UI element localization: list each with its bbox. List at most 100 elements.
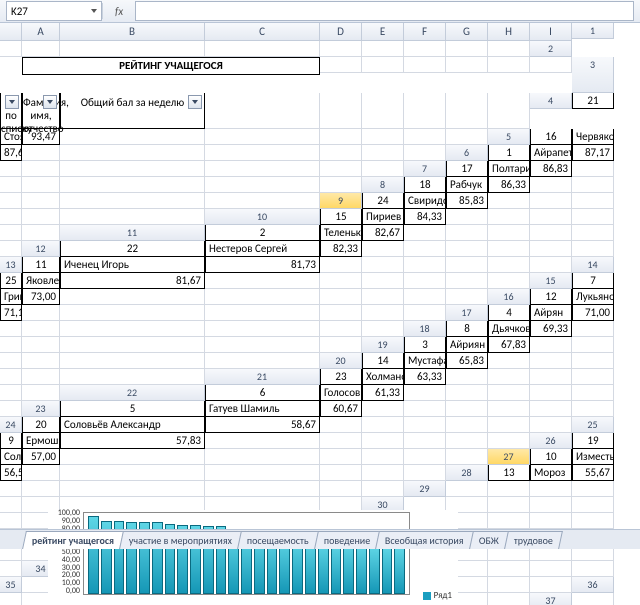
cell[interactable] [0,401,22,417]
cell-score[interactable]: 82,67 [362,225,404,241]
cell[interactable] [488,369,530,385]
cell-score[interactable]: 81,73 [205,257,320,273]
cell[interactable] [446,241,488,257]
cell-score[interactable]: 55,67 [572,465,614,481]
cell[interactable] [60,337,205,353]
cell[interactable] [362,401,404,417]
col-header-score[interactable]: Общий бал за неделю [60,93,205,129]
cell[interactable] [530,353,572,369]
cell[interactable] [0,561,22,577]
cell[interactable] [22,353,60,369]
cell[interactable] [572,161,614,177]
cell-score[interactable]: 60,67 [320,401,362,417]
sheet-tab[interactable]: участие в мероприятиях [119,531,242,549]
cell-score[interactable]: 85,83 [446,193,488,209]
cell[interactable] [0,481,22,497]
cell-score[interactable]: 82,33 [320,241,362,257]
cell-number[interactable]: 13 [488,465,530,481]
row-header[interactable]: 3 [572,57,614,93]
cell-score[interactable]: 87,17 [572,145,614,161]
sheet-tab[interactable]: ОБЖ [469,531,509,549]
cell[interactable] [22,305,60,321]
cell[interactable] [488,93,530,129]
cell[interactable] [572,401,614,417]
cell[interactable] [530,513,572,529]
cell[interactable] [488,401,530,417]
cell[interactable] [60,145,205,161]
cell[interactable] [362,145,404,161]
cell[interactable] [205,193,320,209]
cell[interactable] [530,497,572,513]
cell[interactable] [205,353,320,369]
cell-number[interactable]: 1 [488,145,530,161]
cell-number[interactable]: 17 [446,161,488,177]
cell-name[interactable]: Айрян Альвина [530,305,572,321]
cell[interactable] [488,577,530,593]
cell-score[interactable]: 63,33 [404,369,446,385]
cell-number[interactable]: 4 [488,305,530,321]
col-header[interactable]: B [60,23,205,41]
chart-bar[interactable] [318,542,329,594]
cell[interactable] [0,225,22,241]
cell[interactable] [320,129,362,145]
cell-score[interactable]: 71,00 [572,305,614,321]
cell[interactable] [60,177,205,193]
cell[interactable] [488,57,530,73]
cell[interactable] [572,497,614,513]
cell-number[interactable]: 22 [60,241,205,257]
cell[interactable] [446,481,488,497]
cell[interactable] [60,465,205,481]
cell[interactable] [205,465,320,481]
cell[interactable] [488,433,530,449]
cell[interactable] [320,417,362,433]
cell-number[interactable]: 5 [60,401,205,417]
cell[interactable] [488,273,530,289]
row-header[interactable]: 29 [404,481,446,497]
cell[interactable] [572,177,614,193]
cell[interactable] [572,241,614,257]
cell-number[interactable]: 7 [572,273,614,289]
cell[interactable] [362,273,404,289]
table-title[interactable]: РЕЙТИНГ УЧАЩЕГОСЯ [22,57,320,75]
cell[interactable] [530,57,572,73]
cell[interactable] [572,561,614,577]
cell-number[interactable]: 9 [0,433,22,449]
cell[interactable] [0,209,22,225]
cell[interactable] [404,273,446,289]
cell[interactable] [22,209,60,225]
cell[interactable] [488,193,530,209]
cell[interactable] [404,93,446,129]
row-header[interactable]: 25 [572,417,614,433]
row-header[interactable]: 16 [488,289,530,305]
row-header[interactable]: 23 [22,401,60,417]
cell[interactable] [572,513,614,529]
cell[interactable] [320,145,362,161]
cell-score[interactable]: 57,00 [22,449,60,465]
chart[interactable]: 100,0090,0080,0070,0060,0050,0040,0030,0… [48,510,458,605]
cell[interactable] [530,193,572,209]
cell[interactable] [362,257,404,273]
cell[interactable] [60,369,205,385]
cell[interactable] [0,593,22,605]
cell[interactable] [488,225,530,241]
cell[interactable] [362,129,404,145]
cell[interactable] [22,145,60,161]
cell[interactable] [0,385,22,401]
cell[interactable] [205,93,320,129]
cell[interactable] [22,337,60,353]
row-header[interactable]: 20 [320,353,362,369]
cell-name[interactable]: Гатуев Шамиль [205,401,320,417]
cell[interactable] [320,57,362,73]
sheet-tab[interactable]: поведение [314,531,380,549]
cell[interactable] [0,321,22,337]
row-header[interactable]: 17 [446,305,488,321]
cell[interactable] [404,305,446,321]
cell[interactable] [362,465,404,481]
cell[interactable] [572,337,614,353]
cell-number[interactable]: 8 [446,321,488,337]
cell[interactable] [530,401,572,417]
cell-number[interactable]: 11 [22,257,60,273]
cell[interactable] [530,257,572,273]
cell[interactable] [320,337,362,353]
cell-name[interactable]: Ермошкин Сергей [22,433,60,449]
